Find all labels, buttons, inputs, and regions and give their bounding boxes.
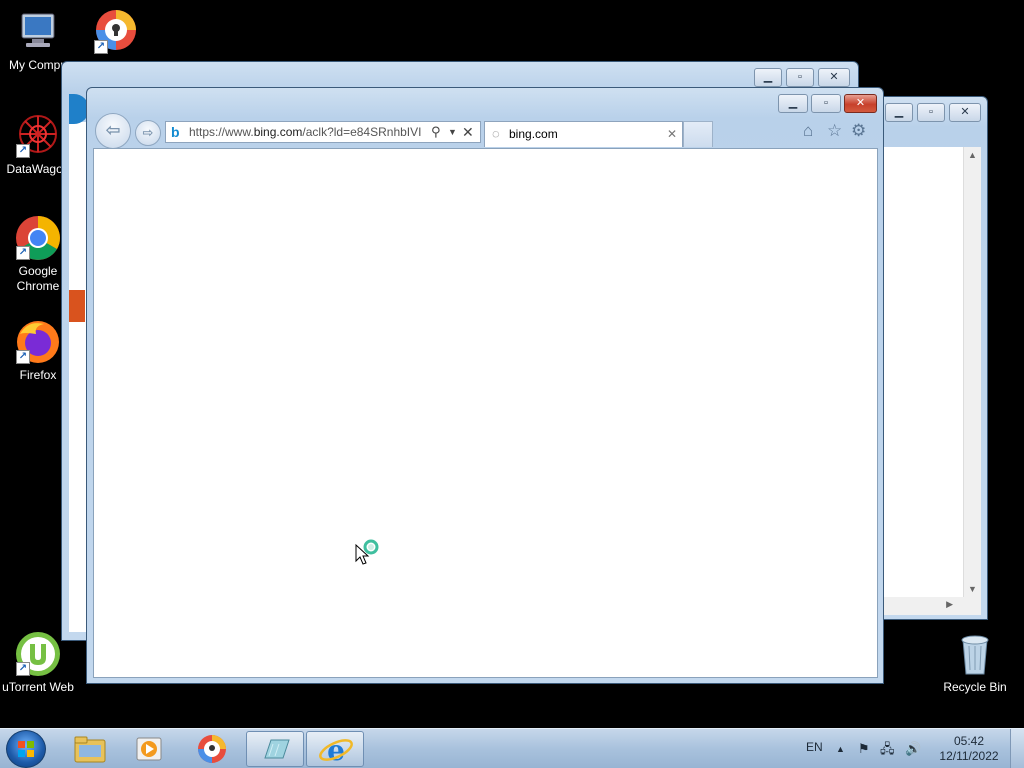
computer-icon	[14, 8, 62, 56]
taskbar-media-player[interactable]	[120, 731, 178, 767]
search-icon[interactable]: ⚲	[431, 122, 441, 142]
mouse-cursor-busy-icon	[355, 538, 383, 566]
clock-date: 12/11/2022	[939, 749, 999, 763]
home-icon[interactable]: ⌂	[803, 121, 813, 141]
address-url[interactable]: https://www.bing.com/aclk?ld=e84SRnhbIVI	[189, 122, 429, 142]
scroll-up-arrow-icon[interactable]: ▲	[964, 150, 981, 160]
taskbar-browser-shield[interactable]	[182, 731, 240, 767]
desktop-icon-label: uTorrent Web	[2, 680, 74, 694]
start-button[interactable]	[6, 730, 46, 768]
tab-title: bing.com	[509, 127, 558, 141]
action-center-flag-icon[interactable]: ⚑	[858, 729, 870, 768]
taskbar-notepad[interactable]	[246, 731, 304, 767]
taskbar-internet-explorer[interactable]: e	[306, 731, 364, 767]
shortcut-arrow-icon: ↗	[16, 246, 30, 260]
page-content[interactable]	[93, 148, 878, 678]
notepad-icon	[264, 739, 290, 759]
url-prefix: https://www.	[189, 125, 254, 139]
volume-icon[interactable]: 🔊	[905, 729, 921, 768]
close-button[interactable]: ✕	[844, 94, 877, 113]
close-button[interactable]: ✕	[818, 68, 850, 87]
clock-time: 05:42	[953, 734, 985, 748]
bing-logo-icon: b	[171, 124, 180, 140]
minimize-button[interactable]: ▁	[885, 103, 913, 122]
minimize-button[interactable]: ▁	[754, 68, 782, 87]
browser-shield-icon	[198, 735, 226, 763]
shortcut-arrow-icon: ↗	[16, 350, 30, 364]
chrome-icon: ↗	[14, 214, 62, 262]
network-disconnected-icon[interactable]: 🖧	[880, 729, 895, 768]
new-tab-button[interactable]	[683, 121, 713, 147]
desktop-icon-recycle-bin[interactable]: Recycle Bin	[937, 630, 1013, 695]
close-button[interactable]: ✕	[949, 103, 981, 122]
scroll-right-arrow-icon[interactable]: ▶	[946, 599, 953, 610]
shortcut-arrow-icon: ↗	[94, 40, 108, 54]
vertical-scrollbar[interactable]: ▲ ▼	[963, 147, 981, 597]
maximize-button[interactable]: ▫	[786, 68, 814, 87]
loading-spinner-icon: ◌	[492, 126, 500, 141]
firefox-icon: ↗	[14, 318, 62, 366]
svg-text:e: e	[327, 734, 345, 767]
stop-icon[interactable]: ✕	[462, 122, 474, 142]
maximize-button[interactable]: ▫	[917, 103, 945, 122]
folder-icon	[74, 736, 106, 763]
url-domain: bing.com	[253, 125, 303, 139]
browser-shield-icon: ↗	[92, 8, 140, 56]
settings-gear-icon[interactable]: ⚙	[851, 121, 866, 141]
maximize-button[interactable]: ▫	[811, 94, 841, 113]
back-button[interactable]: ⇦	[95, 113, 131, 149]
desktop-icon-browser-shield[interactable]: ↗	[78, 8, 154, 58]
forward-button[interactable]: ⇨	[135, 120, 161, 146]
orange-accent-bar	[69, 290, 85, 322]
taskbar: e EN ▲ ⚑ 🖧 🔊 05:42 12/11/2022	[0, 728, 1024, 768]
show-desktop-button[interactable]	[1010, 729, 1024, 768]
internet-explorer-window[interactable]: ▁ ▫ ✕ ⇦ ⇨ b https://www.bing.com/aclk?ld…	[86, 87, 884, 684]
shortcut-arrow-icon: ↗	[16, 662, 30, 676]
url-rest: /aclk?ld=e84SRnhbIVI	[302, 125, 422, 139]
scroll-down-arrow-icon[interactable]: ▼	[964, 584, 981, 594]
internet-explorer-icon: e	[319, 734, 353, 767]
shortcut-arrow-icon: ↗	[16, 144, 30, 158]
language-indicator[interactable]: EN	[806, 729, 823, 768]
minimize-button[interactable]: ▁	[778, 94, 808, 113]
recycle-bin-icon	[951, 630, 999, 678]
dropdown-arrow-icon[interactable]: ▼	[448, 122, 457, 142]
clock[interactable]: 05:42 12/11/2022	[936, 729, 1002, 768]
windows-logo-icon	[18, 741, 34, 757]
tab-close-icon[interactable]: ✕	[667, 122, 677, 146]
show-hidden-icons-button[interactable]: ▲	[836, 729, 845, 768]
media-player-icon	[136, 737, 162, 761]
desktop-icon-label: Recycle Bin	[943, 680, 1007, 694]
taskbar-explorer[interactable]	[60, 731, 118, 767]
utorrent-icon: ↗	[14, 630, 62, 678]
desktop: My Compu ↗ ↗ DataWagon ↗ Google Chrome ↗…	[0, 0, 1024, 768]
address-bar[interactable]: b https://www.bing.com/aclk?ld=e84SRnhbI…	[165, 121, 481, 143]
tab-bing[interactable]: ◌ bing.com ✕	[484, 121, 683, 147]
datawagon-icon: ↗	[14, 112, 62, 160]
favorites-star-icon[interactable]: ☆	[827, 121, 842, 141]
